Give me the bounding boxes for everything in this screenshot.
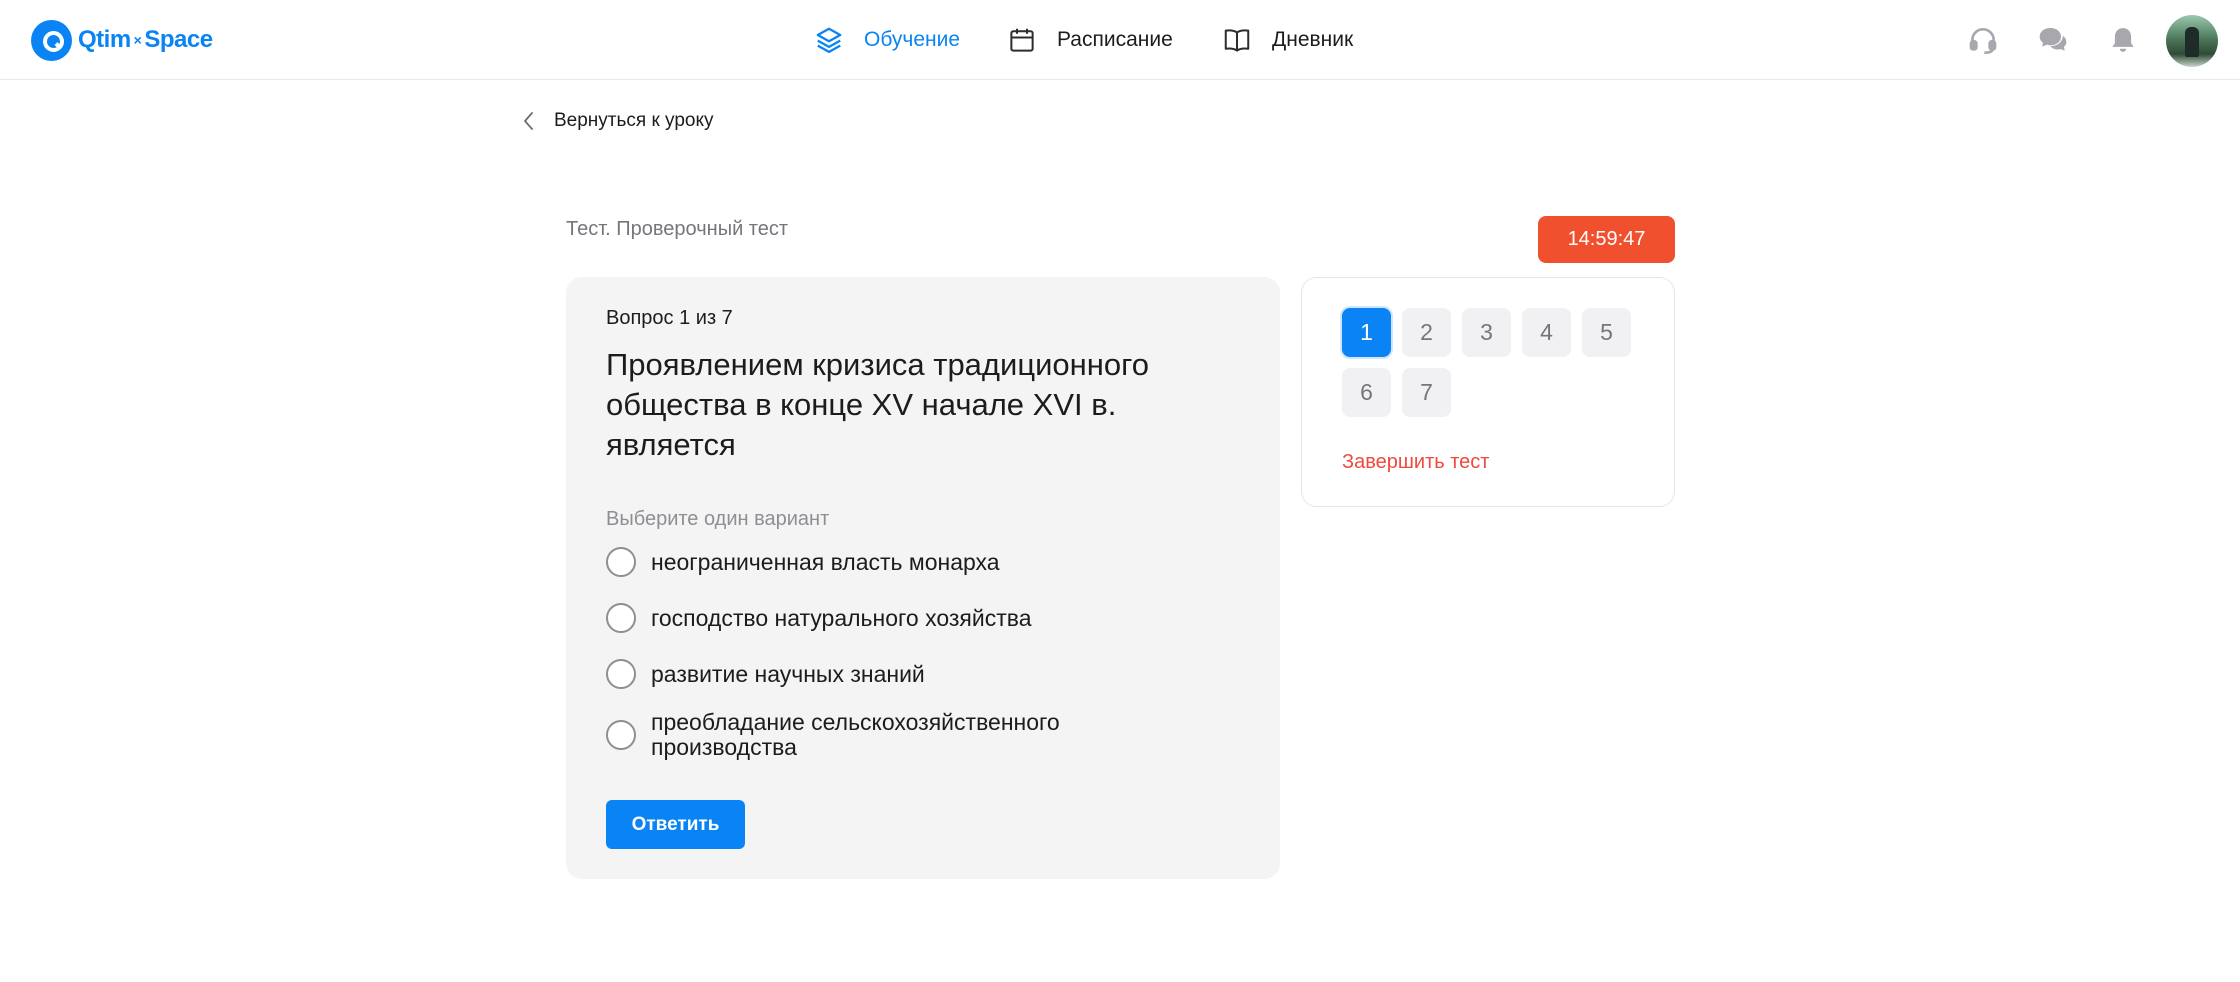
- finish-test-button[interactable]: Завершить тест: [1342, 451, 1489, 474]
- radio-button[interactable]: [606, 659, 636, 689]
- headset-icon[interactable]: [1965, 22, 2001, 58]
- answer-option[interactable]: развитие научных знаний: [606, 659, 1211, 689]
- logo-text: Qtim × Space: [78, 26, 213, 54]
- avatar[interactable]: [2166, 15, 2218, 67]
- question-text: Проявлением кризиса традиционного общест…: [606, 347, 1149, 462]
- answer-option-label: господство натурального хозяйства: [651, 604, 1032, 631]
- question-number-button[interactable]: 6: [1342, 368, 1391, 417]
- nav-item-schedule[interactable]: Расписание: [1007, 20, 1173, 60]
- back-to-lesson-link[interactable]: Вернуться к уроку: [522, 106, 714, 136]
- question-number-button[interactable]: 2: [1402, 308, 1451, 357]
- layers-icon: [816, 27, 842, 53]
- question-number-button[interactable]: 3: [1462, 308, 1511, 357]
- chat-icon[interactable]: [2035, 22, 2071, 58]
- question-number-button[interactable]: 4: [1522, 308, 1571, 357]
- question-card: Вопрос 1 из 7 Проявлением кризиса традиц…: [566, 277, 1280, 879]
- bell-icon[interactable]: [2105, 22, 2141, 58]
- question-counter: Вопрос 1 из 7: [606, 307, 733, 329]
- chevron-left-icon: [524, 112, 533, 130]
- answer-option[interactable]: преобладание сельскохозяйственного произ…: [606, 710, 1171, 760]
- book-icon: [1224, 29, 1250, 52]
- answer-option[interactable]: неограниченная власть монарха: [606, 547, 1211, 577]
- answer-option[interactable]: господство натурального хозяйства: [606, 603, 1211, 633]
- radio-button[interactable]: [606, 603, 636, 633]
- logo-text-right: Space: [144, 26, 213, 53]
- logo[interactable]: Qtim × Space: [31, 19, 213, 61]
- question-number-button[interactable]: 7: [1402, 368, 1451, 417]
- back-to-lesson-label: Вернуться к уроку: [554, 110, 714, 131]
- question-navigator: 1 2 3 4 5 6 7 Завершить тест: [1301, 277, 1675, 507]
- question-number-button[interactable]: 5: [1582, 308, 1631, 357]
- calendar-icon: [1010, 28, 1034, 52]
- answer-option-label: неограниченная власть монарха: [651, 548, 1000, 575]
- radio-button[interactable]: [606, 720, 636, 750]
- logo-text-sep: ×: [133, 32, 142, 48]
- answer-option-label: преобладание сельскохозяйственного произ…: [651, 709, 1060, 760]
- logo-mark-icon: [31, 19, 72, 61]
- answer-option-label: развитие научных знаний: [651, 660, 925, 687]
- logo-text-left: Qtim: [78, 26, 131, 53]
- submit-answer-button[interactable]: Ответить: [606, 800, 745, 849]
- question-number-button[interactable]: 1: [1342, 308, 1391, 357]
- nav-item-schedule-label: Расписание: [1057, 28, 1173, 51]
- test-title: Тест. Проверочный тест: [566, 218, 789, 240]
- nav-item-diary-label: Дневник: [1272, 28, 1354, 51]
- timer-badge: 14:59:47: [1538, 216, 1675, 263]
- answer-hint: Выберите один вариант: [606, 508, 830, 530]
- radio-button[interactable]: [606, 547, 636, 577]
- nav-item-learning-label: Обучение: [864, 28, 961, 51]
- nav-item-diary[interactable]: Дневник: [1222, 20, 1353, 60]
- nav-item-learning[interactable]: Обучение: [814, 20, 960, 60]
- top-bar: Qtim × Space Обучение Расписание Дневник: [0, 0, 2240, 80]
